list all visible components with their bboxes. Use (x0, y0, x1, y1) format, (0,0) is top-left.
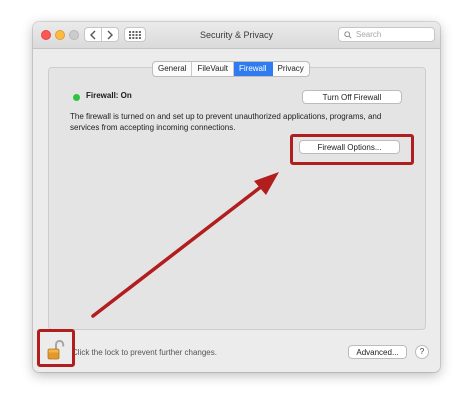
tab-firewall[interactable]: Firewall (234, 62, 273, 76)
lock-message: Click the lock to prevent further change… (72, 348, 217, 357)
tab-general[interactable]: General (153, 62, 193, 76)
firewall-description: The firewall is turned on and set up to … (70, 112, 382, 132)
firewall-options-button[interactable]: Firewall Options... (299, 140, 400, 154)
tab-privacy[interactable]: Privacy (273, 62, 309, 76)
tab-filevault[interactable]: FileVault (192, 62, 234, 76)
tab-bar: General FileVault Firewall Privacy (152, 61, 310, 77)
grid-icon (129, 30, 141, 39)
search-icon (344, 30, 352, 39)
search-field[interactable] (338, 27, 435, 42)
minimize-icon[interactable] (55, 30, 65, 40)
title-bar: Security & Privacy (33, 22, 440, 49)
chevron-right-icon (107, 30, 113, 39)
status-indicator-icon (73, 94, 80, 101)
firewall-status: Firewall: On (86, 91, 132, 100)
chevron-left-icon (90, 30, 96, 39)
forward-button[interactable] (101, 27, 119, 42)
close-icon[interactable] (41, 30, 51, 40)
advanced-button[interactable]: Advanced... (348, 345, 407, 359)
zoom-icon[interactable] (69, 30, 79, 40)
show-all-button[interactable] (124, 27, 146, 42)
content-panel (48, 67, 426, 330)
search-input[interactable] (356, 30, 426, 39)
preferences-window: Security & Privacy General FileVault Fir… (33, 22, 440, 372)
turn-off-firewall-button[interactable]: Turn Off Firewall (302, 90, 402, 104)
help-button[interactable]: ? (415, 345, 429, 359)
lock-icon[interactable] (46, 338, 66, 362)
back-button[interactable] (84, 27, 102, 42)
